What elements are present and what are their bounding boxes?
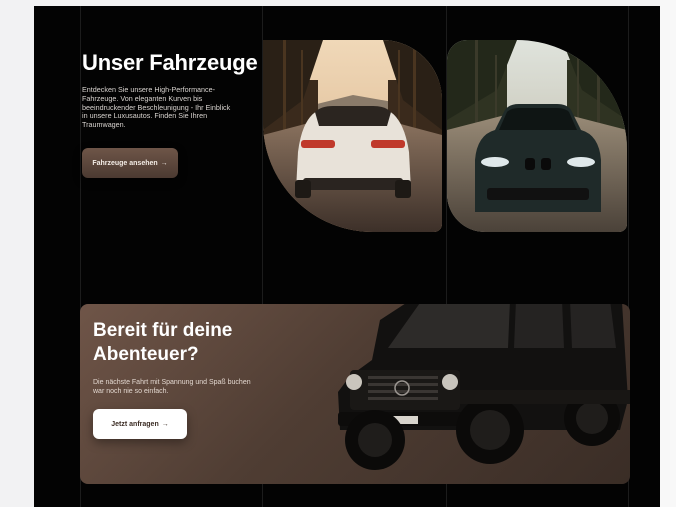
cta-banner: Bereit für deine Abenteuer? Die nächste … — [80, 304, 630, 484]
cta-description: Die nächste Fahrt mit Spannung und Spaß … — [93, 379, 251, 395]
left-margin — [0, 0, 34, 507]
car-photo-white-sedan — [263, 40, 442, 232]
vehicles-button[interactable]: Fahrzeuge ansehen → — [82, 148, 178, 178]
suv-image — [338, 304, 630, 470]
vehicles-button-label: Fahrzeuge ansehen — [92, 159, 158, 167]
right-scrollbar-area — [660, 0, 676, 507]
arrow-right-icon: → — [160, 159, 168, 167]
car-photo-dark-sedan — [447, 40, 627, 232]
arrow-right-icon: → — [161, 420, 169, 428]
request-button-label: Jetzt anfragen — [111, 420, 159, 428]
cta-title: Bereit für deine Abenteuer? — [93, 320, 233, 365]
hero-description: Entdecken Sie unsere High-Performance-Fa… — [82, 85, 231, 130]
hero-title: Unser Fahrzeuge — [82, 50, 258, 75]
request-button[interactable]: Jetzt anfragen → — [93, 409, 187, 439]
page-canvas: Unser Fahrzeuge Entdecken Sie unsere Hig… — [34, 6, 660, 507]
